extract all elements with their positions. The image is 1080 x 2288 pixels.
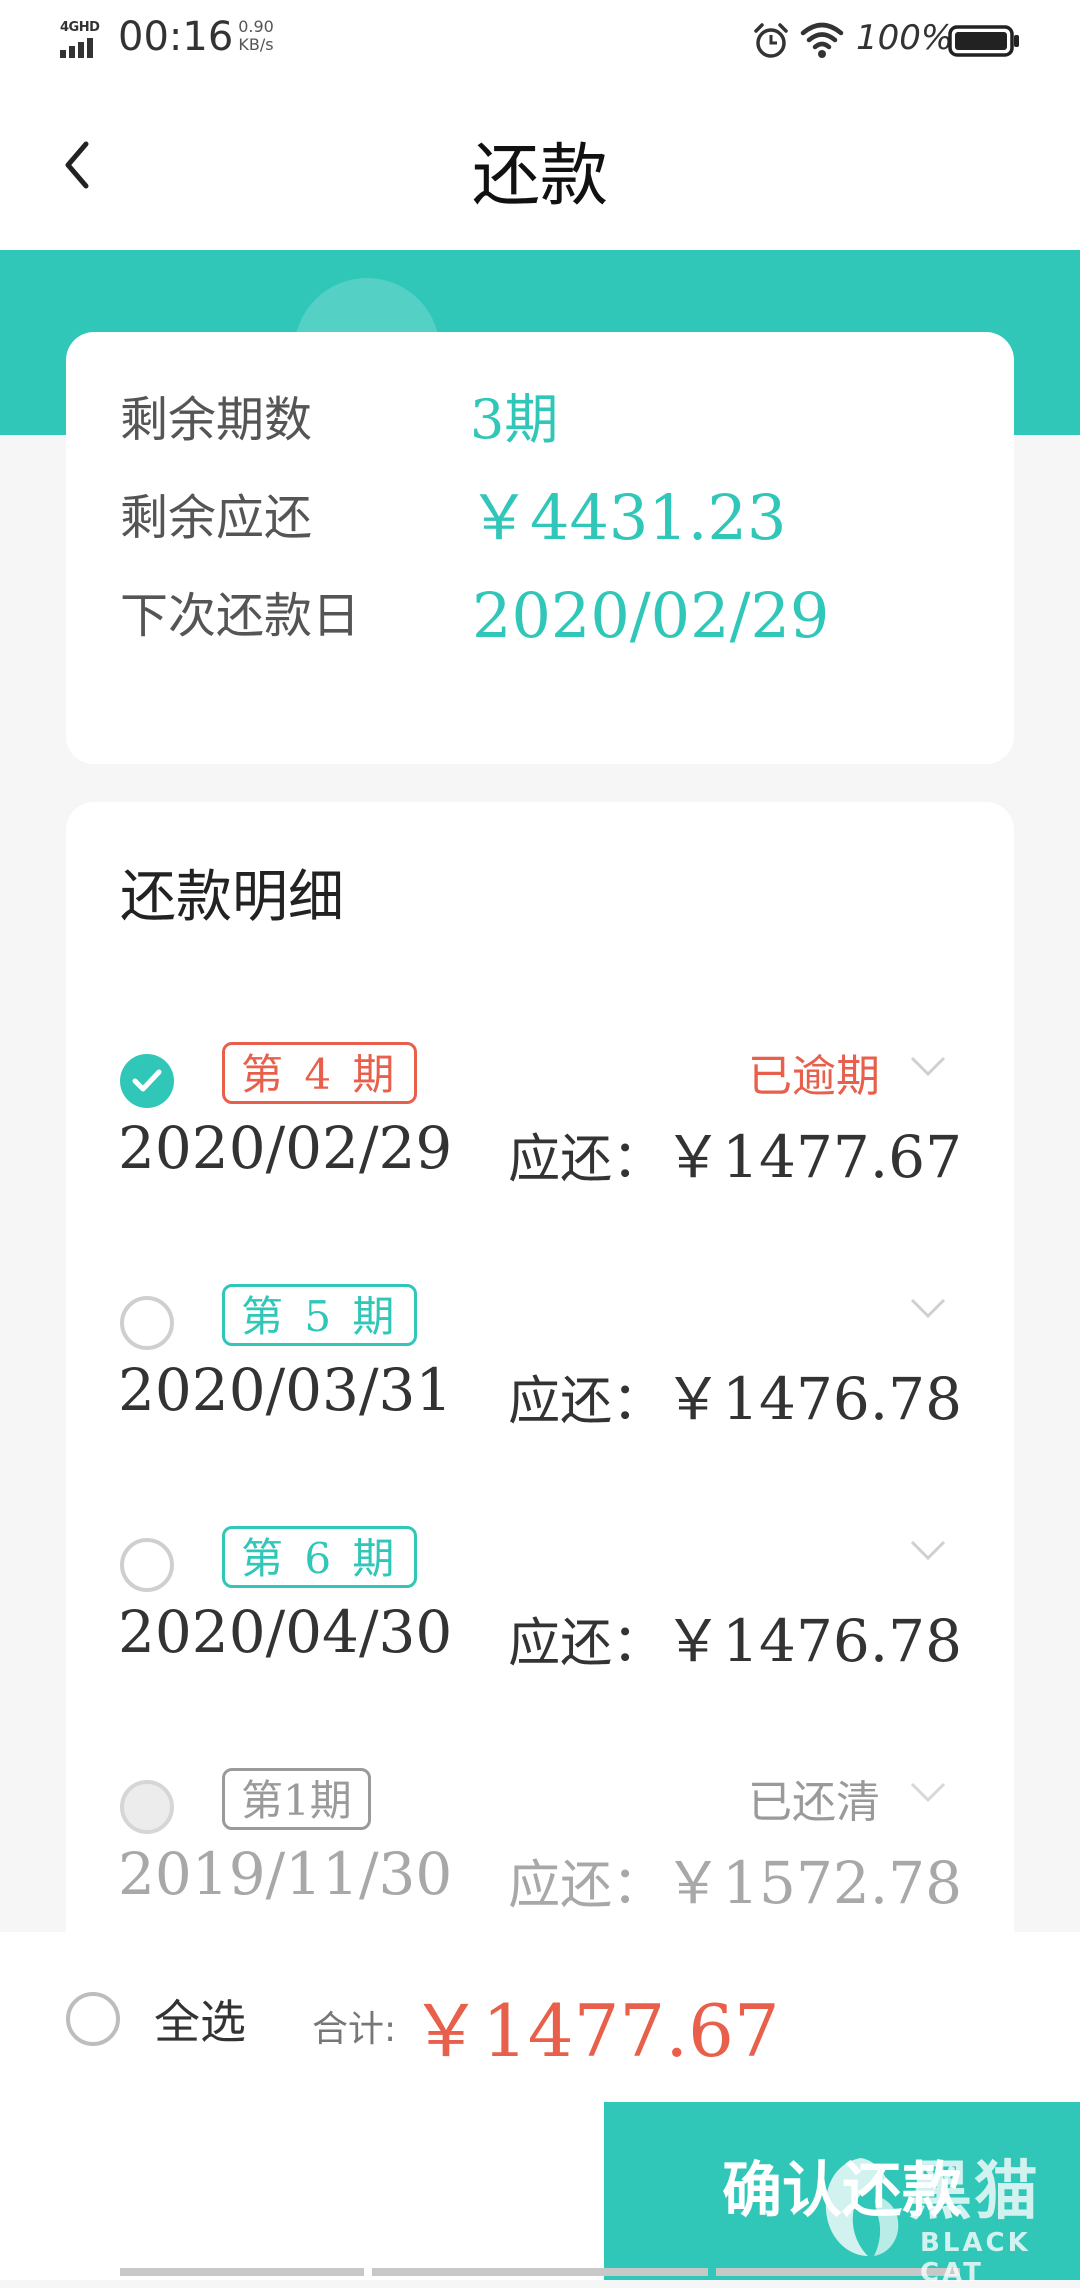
alarm-icon	[754, 23, 788, 58]
installment-item[interactable]: 第 4 期 已逾期 2020/02/29 应还：￥1477.67	[66, 1014, 1014, 1224]
chevron-down-icon[interactable]	[908, 1538, 948, 1564]
installment-item[interactable]: 第1期 已还清 2019/11/30 应还：￥1572.78	[66, 1740, 1014, 1950]
nav-indicator	[120, 2268, 364, 2276]
chevron-down-icon[interactable]	[908, 1780, 948, 1806]
item-checkbox[interactable]	[120, 1296, 174, 1350]
item-checkbox	[120, 1780, 174, 1834]
next-date-label: 下次还款日	[120, 588, 361, 644]
network-speed: 0.90 KB/s	[226, 18, 286, 54]
period-tag: 第1期	[222, 1768, 371, 1830]
network-speed-value: 0.90	[238, 17, 274, 36]
item-checkbox[interactable]	[120, 1054, 174, 1108]
page-title: 还款	[471, 137, 608, 216]
due-date: 2020/03/31	[118, 1356, 453, 1424]
remaining-due-label: 剩余应还	[120, 490, 313, 546]
status-time: 00:16	[118, 14, 234, 60]
remaining-periods-row: 剩余期数 3期	[120, 380, 1000, 460]
due-date: 2020/02/29	[118, 1114, 453, 1182]
item-checkbox[interactable]	[120, 1538, 174, 1592]
chevron-down-icon[interactable]	[908, 1296, 948, 1322]
wifi-icon	[800, 22, 844, 58]
due-amount: 应还：￥1476.78	[508, 1594, 962, 1678]
due-label: 应还：	[508, 1372, 665, 1432]
total-label: 合计:	[312, 2009, 397, 2050]
due-amount: 应还：￥1572.78	[508, 1836, 962, 1920]
period-tag: 第 5 期	[222, 1284, 418, 1346]
battery-percent: 100%	[856, 18, 954, 58]
due-date: 2019/11/30	[118, 1840, 453, 1908]
installment-item[interactable]: 第 6 期 2020/04/30 应还：￥1476.78	[66, 1498, 1014, 1708]
detail-title: 还款明细	[120, 865, 344, 930]
installment-item[interactable]: 第 5 期 2020/03/31 应还：￥1476.78	[66, 1256, 1014, 1466]
due-label: 应还：	[508, 1614, 665, 1674]
due-amount: 应还：￥1477.67	[508, 1110, 962, 1194]
watermark-cn: 黑猫	[908, 2155, 1040, 2229]
amount-value: ￥1476.78	[664, 1365, 962, 1433]
due-date: 2020/04/30	[118, 1598, 453, 1666]
select-all-label[interactable]: 全选	[154, 1986, 246, 2052]
chevron-down-icon[interactable]	[908, 1054, 948, 1080]
nav-bar: 还款	[0, 80, 1080, 250]
status-badge: 已还清	[748, 1777, 880, 1828]
select-all-checkbox[interactable]	[66, 1992, 120, 2046]
period-tag: 第 4 期	[222, 1042, 418, 1104]
remaining-due-row: 剩余应还 ￥4431.23	[120, 478, 1000, 558]
status-badge: 已逾期	[748, 1051, 880, 1102]
cat-logo-icon	[825, 2158, 899, 2256]
next-date-row: 下次还款日 2020/02/29	[120, 576, 1000, 656]
period-tag: 第 6 期	[222, 1526, 418, 1588]
nav-indicator	[372, 2268, 708, 2276]
remaining-periods-value: 3期	[470, 388, 559, 451]
remaining-periods-label: 剩余期数	[120, 392, 313, 448]
network-speed-unit: KB/s	[238, 35, 274, 54]
repayment-detail-card: 还款明细 第 4 期 已逾期 2020/02/29 应还：￥1477.67 第 …	[66, 802, 1014, 2002]
remaining-due-value: ￥4431.23	[468, 481, 787, 554]
status-bar: 4GHD 00:16 0.90 KB/s 100%	[0, 0, 1080, 80]
black-cat-watermark: 黑猫 BLACK CAT	[816, 2140, 1080, 2288]
amount-value: ￥1477.67	[664, 1123, 962, 1191]
total-value: ￥1477.67	[410, 1989, 780, 2073]
due-label: 应还：	[508, 1856, 665, 1916]
battery-icon	[948, 25, 1019, 57]
signal-icon: 4GHD	[58, 18, 108, 58]
check-icon	[132, 1069, 162, 1092]
summary-card: 剩余期数 3期 剩余应还 ￥4431.23 下次还款日 2020/02/29	[66, 332, 1014, 764]
next-date-value: 2020/02/29	[472, 579, 830, 652]
watermark-en: BLACK CAT	[920, 2228, 1031, 2288]
network-type: 4GHD	[60, 20, 100, 35]
due-amount: 应还：￥1476.78	[508, 1352, 962, 1436]
amount-value: ￥1572.78	[664, 1849, 962, 1917]
due-label: 应还：	[508, 1130, 665, 1190]
amount-value: ￥1476.78	[664, 1607, 962, 1675]
